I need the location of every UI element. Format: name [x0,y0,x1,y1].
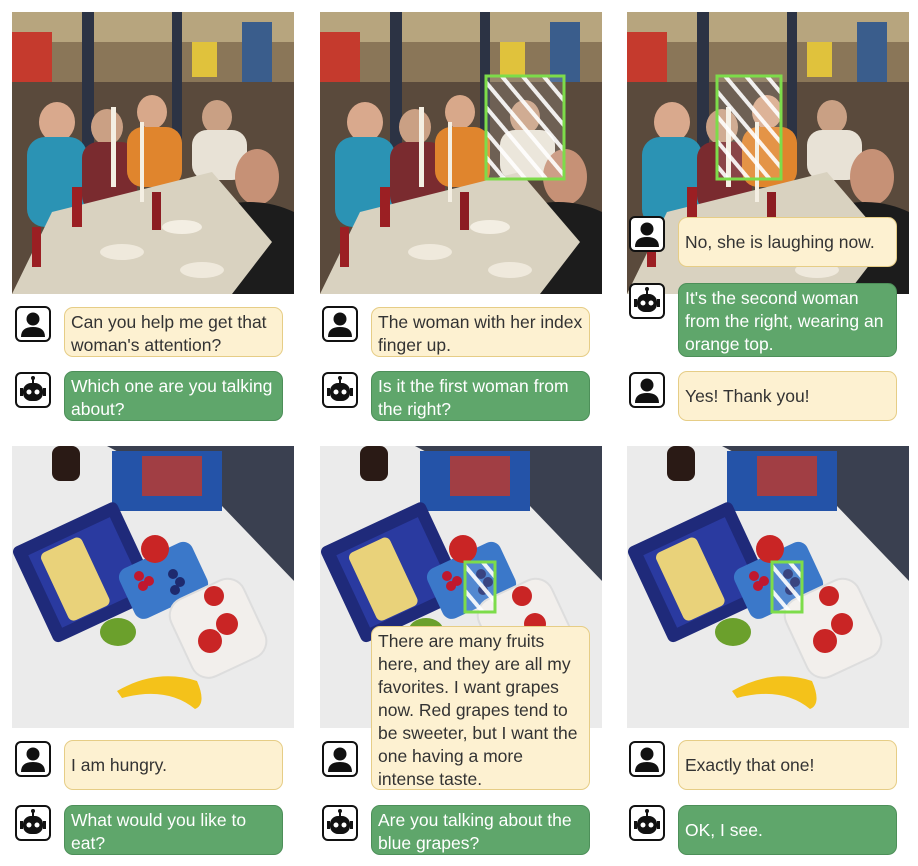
scene1-image-2 [320,12,602,294]
robot-message: Are you talking about the blue grapes? [371,805,590,855]
person-icon [629,216,665,252]
human-message: Can you help me get that woman's attenti… [64,307,283,357]
human-message: There are many fruits here, and they are… [371,626,590,790]
human-message: Exactly that one! [678,740,897,790]
restaurant-photo [320,12,602,294]
person-icon [629,741,665,777]
robot-message: It's the second woman from the right, we… [678,283,897,357]
scene1-image-1 [12,12,294,294]
fruit-photo [12,446,294,728]
highlight-box [484,74,566,181]
fruit-photo [627,446,909,728]
robot-message: Which one are you talking about? [64,371,283,421]
robot-icon [15,805,51,841]
robot-icon [322,372,358,408]
robot-icon [629,805,665,841]
robot-message: Is it the first woman from the right? [371,371,590,421]
human-message: I am hungry. [64,740,283,790]
person-icon [322,741,358,777]
person-icon [322,306,358,342]
human-message: Yes! Thank you! [678,371,897,421]
highlight-box [715,74,783,181]
highlight-box [463,560,497,614]
scene2-image-1 [12,446,294,728]
robot-icon [15,372,51,408]
human-message: The woman with her index finger up. [371,307,590,357]
person-icon [629,372,665,408]
person-icon [15,306,51,342]
scene2-image-3 [627,446,909,728]
highlight-box [770,560,804,614]
robot-icon [629,283,665,319]
restaurant-photo [12,12,294,294]
robot-message: What would you like to eat? [64,805,283,855]
human-message: No, she is laughing now. [678,217,897,267]
robot-message: OK, I see. [678,805,897,855]
robot-icon [322,805,358,841]
person-icon [15,741,51,777]
